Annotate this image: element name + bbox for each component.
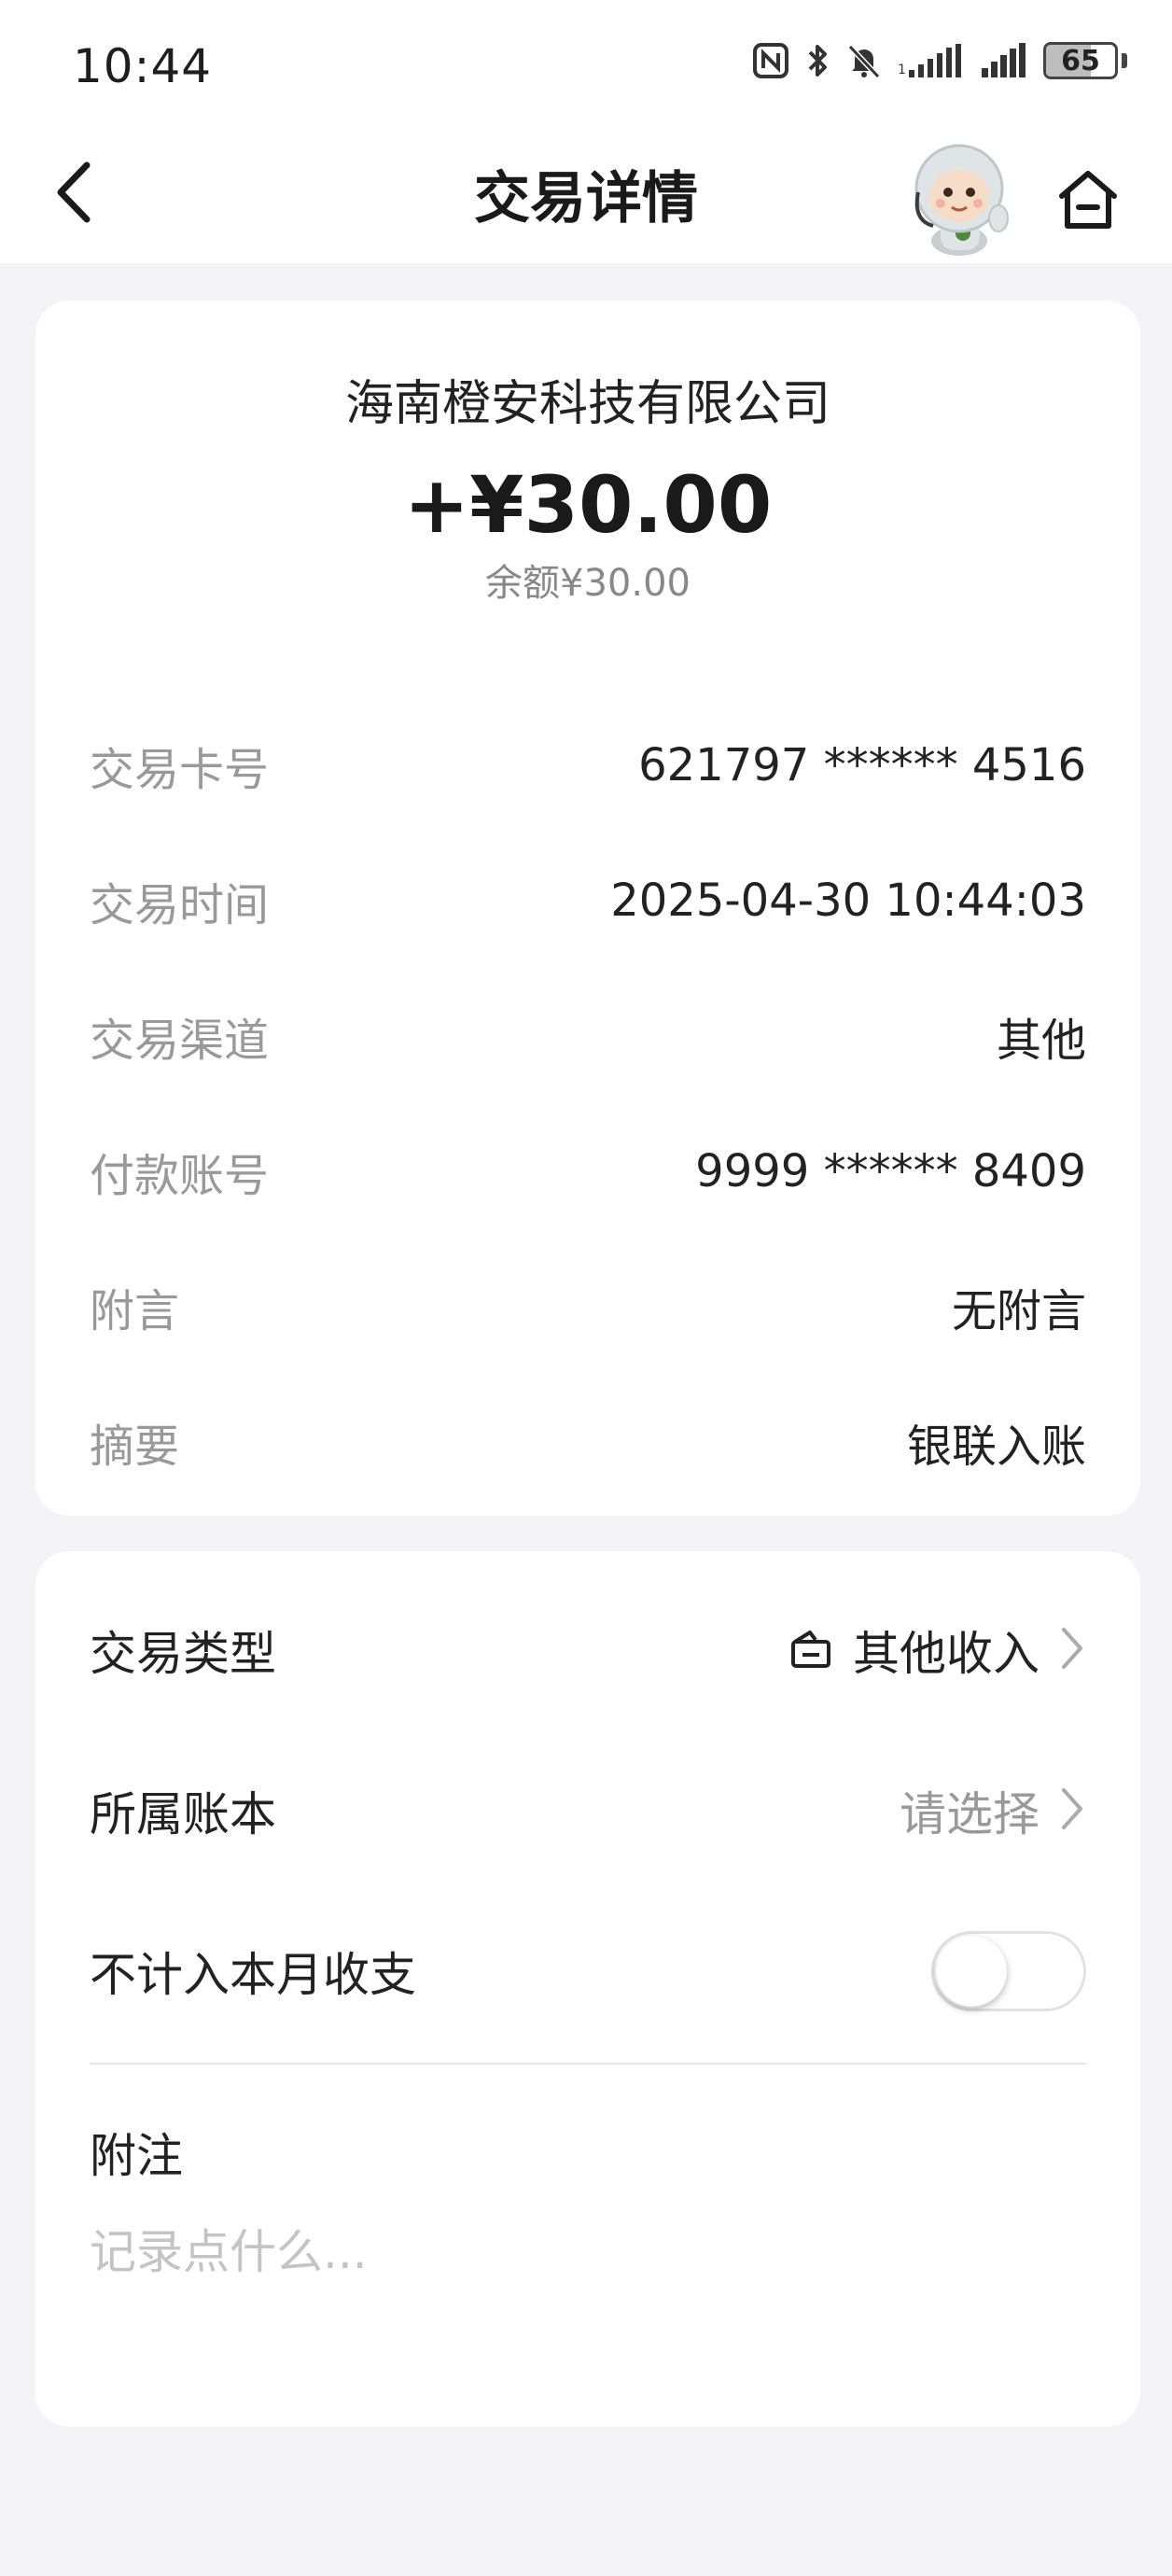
transaction-amount: +¥30.00 <box>403 459 773 551</box>
transaction-type-label: 交易类型 <box>90 1627 276 1681</box>
detail-value: 银联入账 <box>906 1421 1086 1473</box>
account-book-row[interactable]: 所属账本 请选择 <box>90 1764 1086 1857</box>
detail-label: 交易渠道 <box>90 1015 270 1067</box>
detail-row-card-number: 交易卡号 621797 ****** 4516 <box>90 728 1086 803</box>
detail-label: 附言 <box>90 1285 180 1337</box>
transaction-type-value: 其他收入 <box>853 1627 1039 1681</box>
home-button[interactable] <box>1047 161 1129 243</box>
transaction-type-row[interactable]: 交易类型 其他收入 <box>90 1603 1086 1697</box>
signal-icon <box>980 42 1028 79</box>
account-book-selector[interactable]: 请选择 <box>900 1777 1086 1844</box>
detail-label: 交易时间 <box>90 879 270 931</box>
status-bar: 10:44 1 65 <box>0 0 1172 131</box>
detail-value: 621797 ****** 4516 <box>638 739 1086 791</box>
assistant-mascot-button[interactable] <box>905 136 1017 258</box>
detail-row-summary: 摘要 银联入账 <box>90 1405 1086 1479</box>
battery-tip <box>1122 53 1127 68</box>
bluetooth-icon <box>804 41 830 80</box>
detail-label: 摘要 <box>90 1421 180 1473</box>
divider <box>90 2063 1086 2065</box>
exclude-monthly-toggle[interactable] <box>931 1931 1086 2011</box>
account-book-label: 所属账本 <box>90 1787 276 1841</box>
exclude-monthly-label: 不计入本月收支 <box>90 1948 416 2002</box>
exclude-monthly-row: 不计入本月收支 <box>90 1925 1086 2018</box>
note-label: 附注 <box>90 2129 183 2183</box>
nav-bar: 交易详情 <box>0 131 1172 263</box>
detail-row-time: 交易时间 2025-04-30 10:44:03 <box>90 863 1086 938</box>
transaction-detail-card: 海南橙安科技有限公司 +¥30.00 余额¥30.00 交易卡号 621797 … <box>35 301 1140 1516</box>
detail-value: 9999 ****** 8409 <box>695 1145 1086 1197</box>
detail-value: 其他 <box>996 1015 1086 1067</box>
status-icons: 1 65 <box>752 41 1127 80</box>
nfc-icon <box>752 42 789 79</box>
detail-value: 无附言 <box>951 1285 1086 1337</box>
detail-label: 付款账号 <box>90 1150 270 1202</box>
note-input[interactable] <box>90 2210 1086 2294</box>
detail-row-channel: 交易渠道 其他 <box>90 999 1086 1073</box>
chevron-right-icon <box>1058 1785 1086 1837</box>
battery-icon: 65 <box>1043 42 1118 79</box>
battery-level: 65 <box>1061 44 1100 77</box>
balance-text: 余额¥30.00 <box>485 562 691 605</box>
mute-bell-icon <box>845 42 883 79</box>
toggle-knob <box>936 1936 1007 2007</box>
transaction-type-selector[interactable]: 其他收入 <box>788 1617 1086 1684</box>
home-icon <box>1054 166 1122 237</box>
detail-value: 2025-04-30 10:44:03 <box>610 875 1086 927</box>
detail-row-remark: 附言 无附言 <box>90 1269 1086 1344</box>
svg-text:1: 1 <box>898 63 906 77</box>
detail-row-payer-account: 付款账号 9999 ****** 8409 <box>90 1134 1086 1209</box>
merchant-name: 海南橙安科技有限公司 <box>344 376 830 432</box>
assistant-mascot-icon <box>905 144 1017 261</box>
signal-icon: 1 <box>898 42 965 79</box>
account-book-value: 请选择 <box>900 1787 1039 1841</box>
detail-label: 交易卡号 <box>90 744 270 796</box>
wallet-icon <box>788 1625 834 1675</box>
transaction-settings-card: 交易类型 其他收入 所属账本 请选择 不计入本月收支 附注 记录点什么... <box>35 1551 1140 2427</box>
status-time: 10:44 <box>73 39 213 93</box>
chevron-right-icon <box>1058 1624 1086 1676</box>
